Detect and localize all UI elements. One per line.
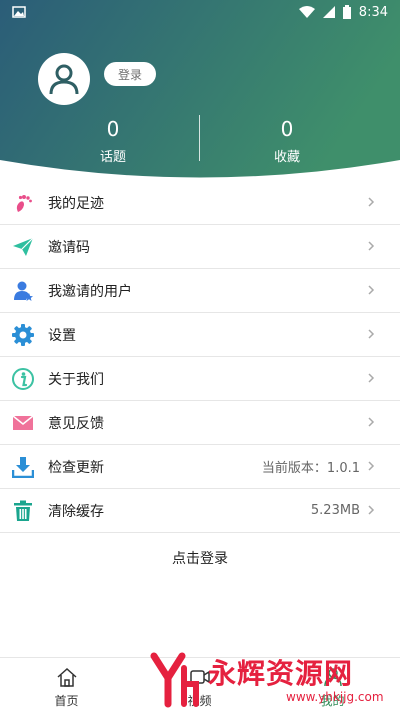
- menu-item-label: 我的足迹: [48, 195, 104, 212]
- trash-icon: [14, 500, 32, 521]
- status-time: 8:34: [358, 4, 388, 20]
- stat-topics-label: 话题: [99, 150, 126, 165]
- paper-plane-icon: [13, 237, 34, 256]
- chevron-right-icon: [368, 197, 375, 207]
- user-star-icon: [14, 281, 33, 301]
- login-button[interactable]: 登录: [104, 62, 156, 86]
- chevron-right-icon: [368, 505, 375, 515]
- menu-item-label: 检查更新: [48, 459, 104, 476]
- menu-item-invite-code[interactable]: 邀请码: [0, 225, 400, 269]
- menu-item-clear-cache[interactable]: 清除缓存 5.23MB: [0, 489, 400, 533]
- avatar[interactable]: [38, 53, 90, 105]
- stat-favorites-count: 0: [280, 117, 294, 141]
- tab-mine[interactable]: 我的: [266, 658, 399, 712]
- chevron-right-icon: [368, 285, 375, 295]
- signal-icon: [322, 6, 335, 18]
- envelope-icon: [12, 415, 34, 430]
- tab-video[interactable]: 视频: [133, 658, 266, 712]
- info-icon: [12, 368, 34, 390]
- current-version: 当前版本：1.0.1: [261, 461, 360, 476]
- menu-item-feedback[interactable]: 意见反馈: [0, 401, 400, 445]
- chevron-right-icon: [368, 241, 375, 251]
- gear-icon: [12, 324, 34, 346]
- menu-item-label: 邀请码: [48, 239, 90, 256]
- chevron-right-icon: [368, 373, 375, 383]
- tab-video-label: 视频: [187, 694, 212, 708]
- stat-topics[interactable]: 0 话题: [13, 118, 213, 165]
- settings-menu: 我的足迹 邀请码 我邀请的用户 设置 关于我们 意见反馈 检查更新 当前版本：1…: [0, 181, 400, 533]
- stat-topics-count: 0: [106, 117, 120, 141]
- tab-home-label: 首页: [54, 694, 79, 708]
- menu-item-settings[interactable]: 设置: [0, 313, 400, 357]
- menu-item-check-update[interactable]: 检查更新 当前版本：1.0.1: [0, 445, 400, 489]
- image-notification-icon: [12, 6, 26, 18]
- click-to-login-link[interactable]: 点击登录: [0, 548, 400, 568]
- menu-item-label: 意见反馈: [48, 415, 104, 432]
- chevron-right-icon: [368, 329, 375, 339]
- tab-home[interactable]: 首页: [0, 658, 133, 712]
- download-icon: [12, 457, 34, 478]
- video-icon: [189, 670, 210, 684]
- menu-item-label: 设置: [48, 327, 76, 344]
- footprint-icon: [16, 195, 32, 212]
- battery-icon: [342, 5, 351, 19]
- chevron-right-icon: [368, 461, 375, 471]
- profile-header: 登录 0 话题 0 收藏: [0, 0, 400, 180]
- menu-item-invited-users[interactable]: 我邀请的用户: [0, 269, 400, 313]
- menu-item-about[interactable]: 关于我们: [0, 357, 400, 401]
- menu-item-footprint[interactable]: 我的足迹: [0, 181, 400, 225]
- status-bar: 8:34: [0, 0, 400, 24]
- wifi-icon: [298, 6, 315, 18]
- stat-favorites-label: 收藏: [273, 150, 300, 165]
- stat-favorites[interactable]: 0 收藏: [187, 118, 387, 165]
- user-placeholder-icon: [49, 64, 79, 95]
- chevron-right-icon: [368, 417, 375, 427]
- menu-item-label: 清除缓存: [48, 503, 104, 520]
- cache-size: 5.23MB: [310, 503, 360, 518]
- menu-item-label: 我邀请的用户: [48, 283, 132, 300]
- home-icon: [57, 667, 76, 687]
- profile-icon: [323, 668, 342, 687]
- bottom-tab-bar: 首页 视频 我的: [0, 657, 400, 712]
- menu-item-label: 关于我们: [48, 371, 104, 388]
- tab-mine-label: 我的: [320, 694, 345, 708]
